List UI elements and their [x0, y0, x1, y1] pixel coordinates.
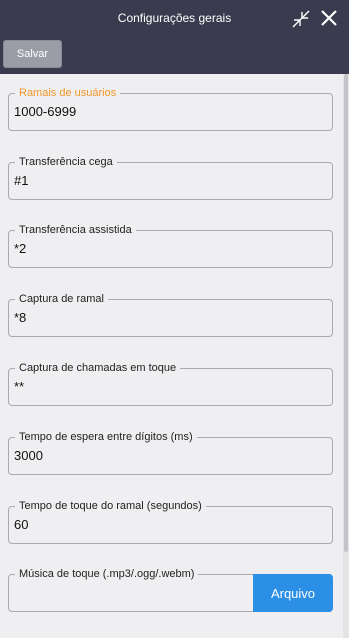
scrollbar-thumb[interactable] — [344, 74, 348, 552]
field-label: Captura de chamadas em toque — [15, 361, 181, 375]
ring-time-field[interactable]: Tempo de toque do ramal (segundos) 60 — [8, 499, 333, 544]
field-label: Transferência assistida — [15, 223, 136, 237]
field-value: 3000 — [14, 448, 43, 463]
close-icon[interactable] — [320, 9, 338, 27]
field-value: 1000-6999 — [14, 104, 77, 119]
attended-transfer-field[interactable]: Transferência assistida *2 — [8, 223, 333, 268]
scrollbar[interactable] — [343, 74, 349, 638]
field-value: #1 — [14, 173, 29, 188]
blind-transfer-field[interactable]: Transferência cega #1 — [8, 155, 333, 200]
field-value: ** — [14, 379, 25, 394]
field-label: Tempo de toque do ramal (segundos) — [15, 499, 206, 513]
extension-pickup-field[interactable]: Captura de ramal *8 — [8, 292, 333, 337]
user-extensions-field[interactable]: Ramais de usuários 1000-6999 — [8, 86, 333, 131]
save-button[interactable]: Salvar — [3, 40, 62, 68]
field-value: 60 — [14, 517, 29, 532]
ringtone-file-field[interactable]: Música de toque (.mp3/.ogg/.webm) Arquiv… — [8, 567, 333, 612]
digit-timeout-field[interactable]: Tempo de espera entre dígitos (ms) 3000 — [8, 430, 333, 475]
choose-file-button[interactable]: Arquivo — [253, 574, 333, 612]
ringing-call-pickup-field[interactable]: Captura de chamadas em toque ** — [8, 361, 333, 406]
field-label: Transferência cega — [15, 155, 117, 169]
collapse-arrows-icon[interactable] — [291, 9, 311, 29]
field-label: Ramais de usuários — [15, 86, 121, 100]
field-value: *2 — [14, 241, 27, 256]
field-value: *8 — [14, 310, 27, 325]
field-label: Tempo de espera entre dígitos (ms) — [15, 430, 197, 444]
dialog-header: Configurações gerais Salvar — [0, 0, 349, 74]
field-label: Captura de ramal — [15, 292, 108, 306]
field-label: Música de toque (.mp3/.ogg/.webm) — [15, 567, 199, 581]
